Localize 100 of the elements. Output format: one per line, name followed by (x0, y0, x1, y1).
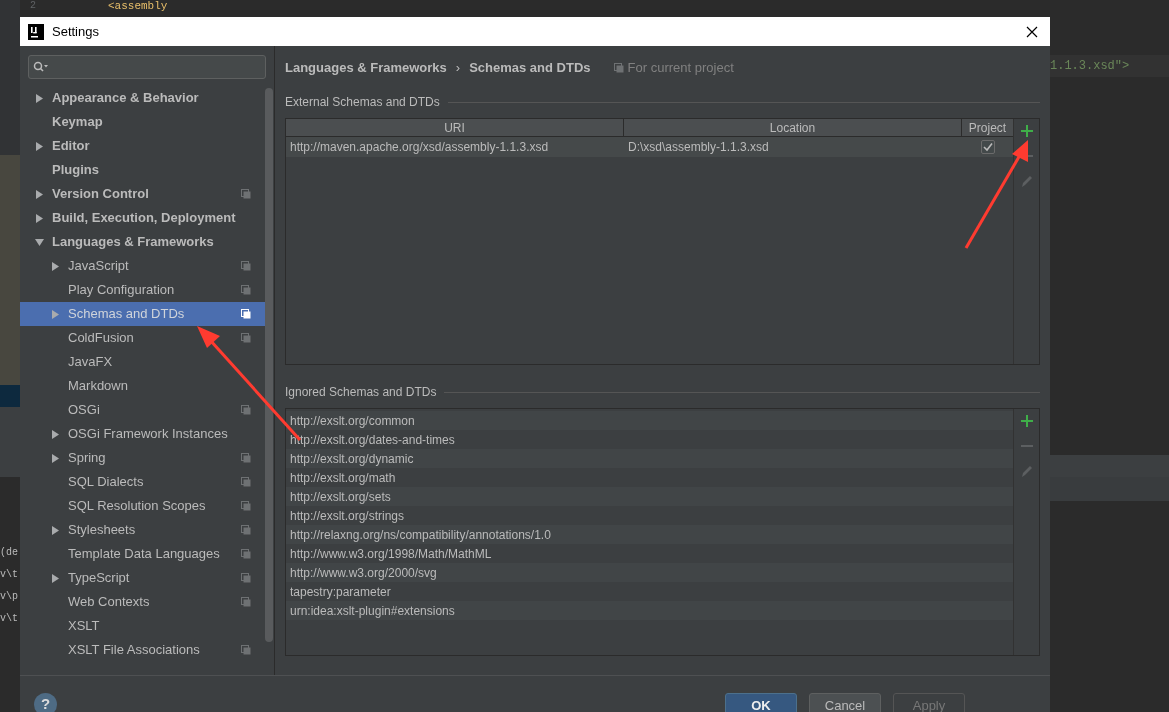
tree-item[interactable]: Play Configuration (20, 278, 265, 302)
project-scope-icon (241, 309, 251, 319)
right-arrow-icon[interactable] (35, 213, 44, 223)
tree-item[interactable]: TypeScript (20, 566, 265, 590)
tree-item-label: Stylesheets (68, 521, 137, 540)
dialog-button[interactable]: Cancel (809, 693, 881, 712)
tree-item-label: SQL Dialects (68, 473, 145, 492)
right-arrow-icon[interactable] (51, 261, 60, 271)
down-arrow-icon[interactable] (35, 237, 44, 247)
project-scope-icon (241, 453, 251, 463)
tree-item-label: Version Control (52, 185, 150, 204)
tree-item-label: Web Contexts (68, 593, 151, 612)
tree-item[interactable]: ColdFusion (20, 326, 265, 350)
add-icon[interactable] (1020, 125, 1033, 137)
tree-item-label: OSGi Framework Instances (68, 425, 229, 444)
tree-item[interactable]: OSGi Framework Instances (20, 422, 265, 446)
project-scope-icon (613, 63, 624, 73)
tree-item[interactable]: Stylesheets (20, 518, 265, 542)
tree-item[interactable]: OSGi (20, 398, 265, 422)
tree-item[interactable]: Keymap (20, 110, 265, 134)
project-scope-icon (241, 573, 251, 583)
tree-item[interactable]: SQL Dialects (20, 470, 265, 494)
list-row[interactable]: http://relaxng.org/ns/compatibility/annotations/1.0 (286, 525, 1013, 544)
tree-item[interactable]: Appearance & Behavior (20, 86, 265, 110)
project-scope-icon (241, 549, 251, 559)
tree-item[interactable]: Build, Execution, Deployment (20, 206, 265, 230)
project-scope-icon (241, 285, 251, 295)
table-row[interactable]: http://maven.apache.org/xsd/assembly-1.1.3.xsd D:\xsd\assembly-1.1.3.xsd (286, 137, 1013, 157)
tree-item-label: TypeScript (68, 569, 131, 588)
right-arrow-icon[interactable] (51, 573, 60, 583)
tree-item-label: Languages & Frameworks (52, 233, 215, 252)
section-title: External Schemas and DTDs (285, 94, 440, 111)
add-icon[interactable] (1020, 415, 1033, 427)
right-arrow-icon[interactable] (51, 453, 60, 463)
list-row[interactable]: http://exslt.org/sets (286, 487, 1013, 506)
list-row[interactable]: urn:idea:xslt-plugin#extensions (286, 601, 1013, 620)
search-field[interactable] (28, 55, 266, 79)
tree-item-label: Editor (52, 137, 91, 156)
tree-item-label: Template Data Languages (68, 545, 221, 564)
tree-item[interactable]: Plugins (20, 158, 265, 182)
tree-item[interactable]: Markdown (20, 374, 265, 398)
right-arrow-icon[interactable] (35, 93, 44, 103)
breadcrumb-separator: › (455, 59, 461, 78)
console-line: (de (0, 546, 19, 560)
tree-item-label: Keymap (52, 113, 104, 132)
project-scope-icon (241, 597, 251, 607)
scrollbar[interactable] (265, 88, 273, 642)
section-title: Ignored Schemas and DTDs (285, 384, 437, 401)
column-header[interactable]: URI (286, 119, 624, 136)
tree-item-label: Build, Execution, Deployment (52, 209, 237, 228)
tree-item[interactable]: Web Contexts (20, 590, 265, 614)
tree-item[interactable]: XSLT (20, 614, 265, 638)
dialog-button[interactable]: OK (725, 693, 797, 712)
tree-item[interactable]: Version Control (20, 182, 265, 206)
list-row[interactable]: http://exslt.org/dynamic (286, 449, 1013, 468)
right-arrow-icon[interactable] (35, 189, 44, 199)
table-cell-text: http://maven.apache.org/xsd/assembly-1.1.3.xsd (289, 139, 550, 156)
tree-item-label: Plugins (52, 161, 100, 180)
app-logo-icon (28, 23, 44, 40)
tree-item-label: OSGi (68, 401, 101, 420)
breadcrumb-item[interactable]: Languages & Frameworks (285, 58, 447, 78)
tree-item-label: Spring (68, 449, 107, 468)
tree-item-label: JavaScript (68, 257, 130, 276)
list-row[interactable]: http://exslt.org/common (286, 411, 1013, 430)
console-line: v\p (0, 590, 19, 604)
help-button[interactable]: ? (34, 693, 57, 712)
right-arrow-icon[interactable] (35, 141, 44, 151)
search-icon (33, 61, 49, 73)
tree-item-label: Appearance & Behavior (52, 89, 200, 108)
project-scope-icon (241, 477, 251, 487)
tree-item-label: XSLT File Associations (68, 641, 201, 660)
window-title: Settings (52, 22, 100, 41)
tree-item[interactable]: XSLT File Associations (20, 638, 265, 662)
project-scope-icon (241, 333, 251, 343)
scope-note: For current project (627, 59, 734, 78)
tree-item[interactable]: Editor (20, 134, 265, 158)
project-scope-icon (241, 261, 251, 271)
right-arrow-icon[interactable] (51, 525, 60, 535)
tree-item[interactable]: SQL Resolution Scopes (20, 494, 265, 518)
project-scope-icon (241, 525, 251, 535)
tree-item-label: ColdFusion (68, 329, 135, 348)
tree-item[interactable]: JavaScript (20, 254, 265, 278)
column-header[interactable]: Project (962, 119, 1013, 136)
tree-item-label: Schemas and DTDs (68, 305, 186, 324)
tree-item-label: JavaFX (68, 353, 114, 372)
tree-item[interactable]: JavaFX (20, 350, 265, 374)
right-arrow-icon[interactable] (51, 429, 60, 439)
tree-item-label: XSLT (68, 617, 101, 636)
breadcrumb-item[interactable]: Schemas and DTDs (469, 58, 591, 78)
tree-item[interactable]: Spring (20, 446, 265, 470)
tree-item[interactable]: Schemas and DTDs (20, 302, 265, 326)
line-number: 2 (30, 0, 36, 12)
tree-item[interactable]: Languages & Frameworks (20, 230, 265, 254)
tree-item[interactable]: Template Data Languages (20, 542, 265, 566)
list-row[interactable]: http://www.w3.org/2000/svg (286, 563, 1013, 582)
column-header[interactable]: Location (624, 119, 962, 136)
project-scope-icon (241, 405, 251, 415)
tree-item-label: SQL Resolution Scopes (68, 497, 207, 516)
project-scope-icon (241, 501, 251, 511)
checkbox[interactable] (980, 140, 995, 154)
